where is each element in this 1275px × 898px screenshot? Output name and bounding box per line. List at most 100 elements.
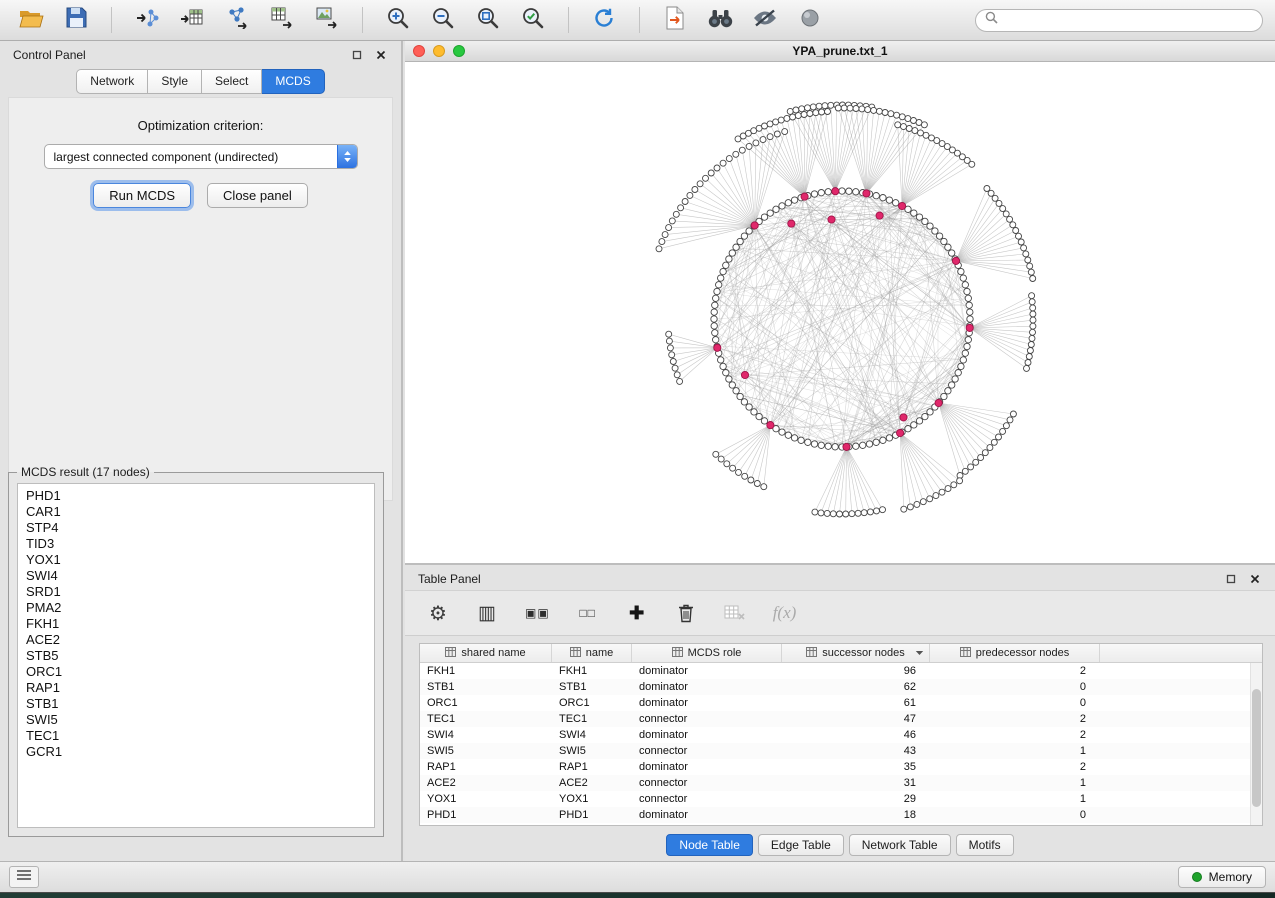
import-table-button[interactable] [173,4,211,36]
table-row[interactable]: RAP1 RAP1 dominator 35 2 [420,759,1262,775]
maximize-window-icon[interactable] [453,45,465,57]
zoom-fit-button[interactable] [469,4,507,36]
column-header-mcds-role[interactable]: MCDS role [632,644,782,662]
tab-network[interactable]: Network [76,69,148,94]
table-scrollbar[interactable] [1250,663,1262,825]
cell-successor-nodes: 43 [782,745,930,757]
mcds-result-item[interactable]: FKH1 [26,616,366,632]
control-panel-tabs: Network Style Select MCDS [0,69,401,94]
table-scrollbar-thumb[interactable] [1252,689,1261,807]
criterion-select[interactable]: largest connected component (undirected) [44,144,358,169]
search-input[interactable] [1003,12,1253,28]
control-panel-title: Control Panel [13,48,86,62]
hide-details-button[interactable] [746,4,784,36]
mcds-result-item[interactable]: STP4 [26,520,366,536]
cell-shared-name: ORC1 [420,697,552,709]
cell-name: PHD1 [552,809,632,821]
close-panel-button[interactable]: Close panel [207,183,308,208]
export-image-button[interactable] [308,4,346,36]
mcds-result-item[interactable]: RAP1 [26,680,366,696]
run-mcds-button[interactable]: Run MCDS [93,183,191,208]
mcds-result-item[interactable]: CAR1 [26,504,366,520]
create-column-icon[interactable]: ✚ [626,601,648,625]
import-network-button[interactable] [128,4,166,36]
mcds-result-item[interactable]: TID3 [26,536,366,552]
table-row[interactable]: ORC1 ORC1 dominator 61 0 [420,695,1262,711]
close-panel-icon[interactable] [1248,572,1262,586]
cell-mcds-role: dominator [632,761,782,773]
show-columns-icon[interactable]: ▥ [476,601,498,625]
table-row[interactable]: SWI4 SWI4 dominator 46 2 [420,727,1262,743]
column-grid-icon [445,647,456,660]
mcds-result-item[interactable]: TEC1 [26,728,366,744]
tab-style[interactable]: Style [148,69,202,94]
show-panels-menu-button[interactable] [9,866,39,888]
mcds-result-item[interactable]: ACE2 [26,632,366,648]
open-folder-button[interactable] [12,4,50,36]
cell-name: ACE2 [552,777,632,789]
mcds-result-item[interactable]: SRD1 [26,584,366,600]
export-network-button[interactable] [218,4,256,36]
minimize-window-icon[interactable] [433,45,445,57]
tab-select[interactable]: Select [202,69,262,94]
network-canvas[interactable] [405,62,1275,563]
delete-column-trash-icon[interactable] [675,601,697,625]
export-document-button[interactable] [656,4,694,36]
close-panel-icon[interactable] [374,48,388,62]
tab-node-table[interactable]: Node Table [666,834,753,856]
cell-predecessor-nodes: 2 [930,665,1100,677]
table-row[interactable]: TEC1 TEC1 connector 47 2 [420,711,1262,727]
toolbar-separator [568,7,569,33]
column-header-name[interactable]: name [552,644,632,662]
float-panel-icon[interactable] [1224,572,1238,586]
float-panel-icon[interactable] [350,48,364,62]
tab-edge-table[interactable]: Edge Table [758,834,844,856]
close-window-icon[interactable] [413,45,425,57]
export-table-button[interactable] [263,4,301,36]
zoom-selected-button[interactable] [514,4,552,36]
mcds-result-item[interactable]: GCR1 [26,744,366,760]
export-network-icon [225,6,249,34]
select-all-columns-icon[interactable]: ▣▣ [525,601,550,625]
open-folder-icon [19,8,44,33]
network-graph[interactable] [405,62,1275,563]
mcds-result-item[interactable]: SWI4 [26,568,366,584]
save-session-button[interactable] [57,4,95,36]
cell-predecessor-nodes: 2 [930,761,1100,773]
column-header-successor-nodes[interactable]: successor nodes [782,644,930,662]
mcds-result-item[interactable]: STB5 [26,648,366,664]
cell-name: SWI4 [552,729,632,741]
zoom-out-button[interactable] [424,4,462,36]
table-row[interactable]: PHD1 PHD1 dominator 18 0 [420,807,1262,823]
table-row[interactable]: FKH1 FKH1 dominator 96 2 [420,663,1262,679]
table-panel: Table Panel ⚙ ▥ ▣▣ □□ ✚ f(x) shared name [405,563,1275,862]
search-network-button[interactable] [701,4,739,36]
cell-successor-nodes: 29 [782,793,930,805]
mcds-tab-content: Optimization criterion: largest connecte… [8,97,393,501]
refresh-button[interactable] [585,4,623,36]
tab-motifs[interactable]: Motifs [956,834,1014,856]
table-row[interactable]: STB1 STB1 dominator 62 0 [420,679,1262,695]
mcds-result-item[interactable]: SWI5 [26,712,366,728]
unselect-all-columns-icon[interactable]: □□ [577,601,599,625]
mcds-result-item[interactable]: STB1 [26,696,366,712]
mcds-result-item[interactable]: ORC1 [26,664,366,680]
level-of-detail-button[interactable] [791,4,829,36]
sort-descending-icon[interactable] [915,647,924,659]
mcds-result-item[interactable]: PHD1 [26,488,366,504]
table-row[interactable]: YOX1 YOX1 connector 29 1 [420,791,1262,807]
tab-network-table[interactable]: Network Table [849,834,951,856]
zoom-in-button[interactable] [379,4,417,36]
column-header-predecessor-nodes[interactable]: predecessor nodes [930,644,1100,662]
tab-mcds[interactable]: MCDS [262,69,324,94]
table-settings-gear-icon[interactable]: ⚙ [427,601,449,625]
mcds-result-list: PHD1CAR1STP4TID3YOX1SWI4SRD1PMA2FKH1ACE2… [17,483,375,828]
toolbar-separator [639,7,640,33]
mcds-result-item[interactable]: PMA2 [26,600,366,616]
cell-shared-name: STB1 [420,681,552,693]
table-row[interactable]: ACE2 ACE2 connector 31 1 [420,775,1262,791]
mcds-result-item[interactable]: YOX1 [26,552,366,568]
table-row[interactable]: SWI5 SWI5 connector 43 1 [420,743,1262,759]
memory-button[interactable]: Memory [1178,866,1266,888]
column-header-shared-name[interactable]: shared name [420,644,552,662]
